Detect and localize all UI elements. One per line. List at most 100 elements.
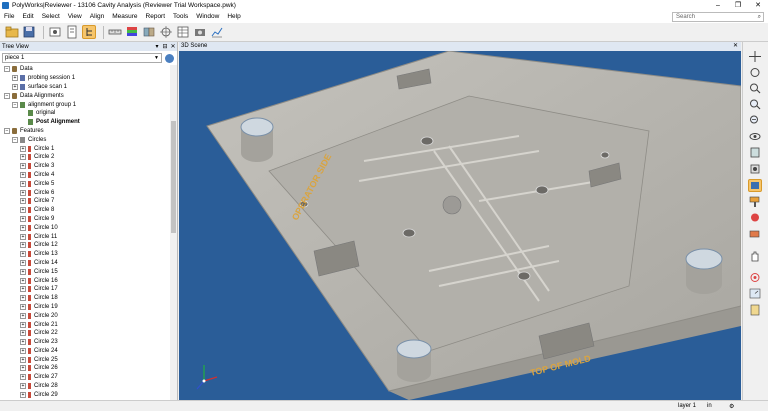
search-icon[interactable]: ⌕	[758, 13, 761, 21]
menu-edit[interactable]: Edit	[18, 11, 37, 23]
expand-toggle-icon[interactable]: +	[20, 268, 26, 275]
tree-item[interactable]: + Circle 6	[0, 188, 170, 197]
expand-toggle-icon[interactable]: +	[20, 391, 26, 398]
tree-item[interactable]: + Circle 29	[0, 390, 170, 399]
units-selector[interactable]: in	[707, 403, 712, 409]
expand-toggle-icon[interactable]: +	[20, 374, 26, 381]
scene-3d[interactable]: 3D Scene ✕ OPERATOR SIDE TOP OF MOLD	[179, 42, 741, 400]
tree-item[interactable]: − Data	[0, 65, 170, 74]
menu-measure[interactable]: Measure	[108, 11, 141, 23]
menu-report[interactable]: Report	[142, 11, 170, 23]
tree-item[interactable]: + Circle 13	[0, 250, 170, 259]
clipboard-icon[interactable]	[748, 303, 762, 316]
tree-item[interactable]: + Circle 20	[0, 311, 170, 320]
tree-item[interactable]: + Circle 24	[0, 347, 170, 356]
tree-item[interactable]: + Circle 1	[0, 144, 170, 153]
expand-toggle-icon[interactable]: +	[20, 259, 26, 266]
expand-toggle-icon[interactable]: +	[20, 180, 26, 187]
expand-toggle-icon[interactable]: +	[20, 295, 26, 302]
hand-icon[interactable]	[748, 250, 762, 263]
scene-close-icon[interactable]: ✕	[733, 42, 738, 51]
settings-icon[interactable]: ⚙	[729, 403, 734, 410]
expand-toggle-icon[interactable]: +	[20, 286, 26, 293]
expand-toggle-icon[interactable]: +	[20, 224, 26, 231]
tree-toggle-icon[interactable]	[82, 25, 96, 39]
menu-file[interactable]: File	[0, 11, 18, 23]
tree-item[interactable]: + Circle 7	[0, 197, 170, 206]
screenshot-icon[interactable]	[48, 25, 62, 39]
tree-item[interactable]: + Circle 17	[0, 285, 170, 294]
tree-item[interactable]: + Circle 25	[0, 355, 170, 364]
zoom-out-icon[interactable]	[748, 114, 762, 127]
piece-settings-icon[interactable]	[165, 54, 174, 63]
expand-toggle-icon[interactable]: +	[20, 330, 26, 337]
expand-toggle-icon[interactable]: +	[20, 277, 26, 284]
expand-toggle-icon[interactable]: +	[20, 251, 26, 258]
tree-item[interactable]: + Circle 18	[0, 294, 170, 303]
tree-item[interactable]: + Circle 4	[0, 171, 170, 180]
expand-toggle-icon[interactable]: +	[20, 233, 26, 240]
tree-item[interactable]: Post Alignment	[0, 118, 170, 127]
search-input[interactable]: Search ⌕	[672, 12, 764, 22]
save-icon[interactable]	[22, 25, 36, 39]
zoom-in-icon[interactable]	[748, 98, 762, 111]
expand-toggle-icon[interactable]: −	[4, 127, 10, 134]
tree-item[interactable]: + Circle 16	[0, 276, 170, 285]
menu-window[interactable]: Window	[192, 11, 223, 23]
tree-item[interactable]: + Circle 2	[0, 153, 170, 162]
close-icon[interactable]: ✕	[169, 43, 177, 50]
menu-help[interactable]: Help	[223, 11, 244, 23]
mold-plate-render[interactable]: OPERATOR SIDE TOP OF MOLD	[179, 51, 741, 400]
tree-item[interactable]: − alignment group 1	[0, 100, 170, 109]
tree-item[interactable]: + Circle 5	[0, 179, 170, 188]
translate-icon[interactable]	[748, 50, 762, 63]
expand-toggle-icon[interactable]: +	[20, 171, 26, 178]
layer-selector[interactable]: layer 1	[678, 403, 696, 409]
tree-item[interactable]: + Circle 3	[0, 162, 170, 171]
tree-item[interactable]: + Circle 21	[0, 320, 170, 329]
expand-toggle-icon[interactable]: +	[20, 207, 26, 214]
gauge-icon[interactable]	[748, 287, 762, 300]
tree-item[interactable]: + probing session 1	[0, 74, 170, 83]
expand-toggle-icon[interactable]: +	[20, 215, 26, 222]
align-icon[interactable]	[159, 25, 173, 39]
close-button[interactable]: ✕	[748, 0, 768, 11]
expand-toggle-icon[interactable]: +	[20, 303, 26, 310]
menu-tools[interactable]: Tools	[169, 11, 192, 23]
expand-toggle-icon[interactable]: −	[4, 66, 10, 73]
dropdown-icon[interactable]: ▾	[153, 43, 161, 50]
tree-item[interactable]: + Circle 15	[0, 267, 170, 276]
scrollbar-thumb[interactable]	[171, 121, 176, 233]
tree-scrollbar[interactable]	[170, 65, 177, 400]
tree-item[interactable]: + Circle 11	[0, 232, 170, 241]
tree-item[interactable]: + Circle 26	[0, 364, 170, 373]
minimize-button[interactable]: –	[708, 0, 728, 11]
target-icon[interactable]	[748, 271, 762, 284]
table-icon[interactable]	[176, 25, 190, 39]
chart-icon[interactable]	[210, 25, 224, 39]
expand-toggle-icon[interactable]: +	[20, 365, 26, 372]
camera-icon[interactable]	[193, 25, 207, 39]
shading-icon[interactable]	[748, 179, 762, 192]
expand-toggle-icon[interactable]: +	[20, 154, 26, 161]
expand-toggle-icon[interactable]: +	[20, 339, 26, 346]
expand-toggle-icon[interactable]: +	[12, 83, 18, 90]
tree-item[interactable]: + surface scan 1	[0, 83, 170, 92]
expand-toggle-icon[interactable]: +	[20, 321, 26, 328]
tree-item[interactable]: + Circle 10	[0, 223, 170, 232]
expand-toggle-icon[interactable]: +	[20, 312, 26, 319]
view-cube-icon[interactable]	[748, 162, 762, 175]
compare-icon[interactable]	[142, 25, 156, 39]
tree-item[interactable]: + Circle 12	[0, 241, 170, 250]
measure-icon[interactable]	[108, 25, 122, 39]
expand-toggle-icon[interactable]: +	[20, 242, 26, 249]
tree-item[interactable]: + Circle 28	[0, 382, 170, 391]
tree-item[interactable]: + Circle 23	[0, 338, 170, 347]
expand-toggle-icon[interactable]: +	[20, 145, 26, 152]
menu-select[interactable]: Select	[38, 11, 64, 23]
expand-toggle-icon[interactable]: −	[4, 92, 10, 99]
tree-item[interactable]: − Features	[0, 127, 170, 136]
eraser-icon[interactable]	[748, 227, 762, 240]
tree-item[interactable]: + Circle 19	[0, 303, 170, 312]
expand-toggle-icon[interactable]: +	[20, 198, 26, 205]
